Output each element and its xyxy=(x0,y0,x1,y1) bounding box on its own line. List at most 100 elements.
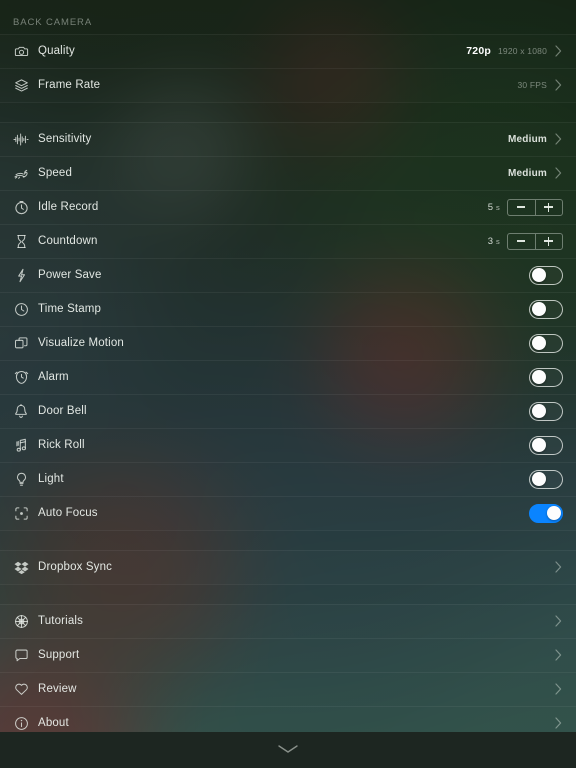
row-control-area xyxy=(554,648,563,662)
row-value-secondary: 30 FPS xyxy=(517,80,547,90)
row-control-area: 5 s xyxy=(488,198,563,216)
chevron-right-icon[interactable] xyxy=(554,716,563,730)
toggle-knob xyxy=(531,268,546,282)
duration-unit: s xyxy=(496,236,500,246)
row-label: Frame Rate xyxy=(38,79,101,91)
chevron-down-icon[interactable] xyxy=(277,741,299,759)
row-value-primary: 720p xyxy=(466,45,491,57)
bottom-bar[interactable] xyxy=(0,732,576,768)
row-control-area: 30 FPS xyxy=(517,78,563,92)
row-control-area xyxy=(529,265,563,285)
toggle-knob xyxy=(531,370,546,384)
focus-icon xyxy=(10,502,32,524)
settings-row-dropbox-sync[interactable]: Dropbox Sync xyxy=(0,550,576,584)
toggle-switch[interactable] xyxy=(529,367,563,387)
chevron-right-icon[interactable] xyxy=(554,44,563,58)
settings-row-quality[interactable]: Quality 720p 1920 x 1080 xyxy=(0,34,576,68)
toggle-knob xyxy=(531,336,546,350)
row-label: Speed xyxy=(38,167,73,179)
toggle-switch[interactable] xyxy=(529,401,563,421)
chevron-right-icon[interactable] xyxy=(554,166,563,180)
settings-row-rick-roll[interactable]: Rick Roll xyxy=(0,428,576,462)
row-control-area xyxy=(529,435,563,455)
timer-icon xyxy=(10,196,32,218)
settings-row-light[interactable]: Light xyxy=(0,462,576,496)
settings-row-support[interactable]: Support xyxy=(0,638,576,672)
chevron-right-icon[interactable] xyxy=(554,560,563,574)
value-stepper[interactable] xyxy=(507,198,563,216)
alarm-icon xyxy=(10,366,32,388)
stepper-decrement-button[interactable] xyxy=(508,199,536,215)
row-value-duration: 5 s xyxy=(488,202,500,213)
toggle-switch[interactable] xyxy=(529,265,563,285)
toggle-switch[interactable] xyxy=(529,333,563,353)
settings-row-power-save[interactable]: Power Save xyxy=(0,258,576,292)
bell-icon xyxy=(10,400,32,422)
chevron-right-icon[interactable] xyxy=(554,78,563,92)
layers-icon xyxy=(10,74,32,96)
settings-row-tutorials[interactable]: Tutorials xyxy=(0,604,576,638)
row-label: Quality xyxy=(38,45,75,57)
clock-icon xyxy=(10,298,32,320)
row-control-area xyxy=(529,469,563,489)
row-control-area xyxy=(554,682,563,696)
settings-row-visualize-motion[interactable]: Visualize Motion xyxy=(0,326,576,360)
toggle-switch[interactable] xyxy=(529,435,563,455)
globe-icon xyxy=(10,610,32,632)
chevron-right-icon[interactable] xyxy=(554,132,563,146)
toggle-switch[interactable] xyxy=(529,469,563,489)
row-label: Door Bell xyxy=(38,405,87,417)
row-label: Tutorials xyxy=(38,615,84,627)
row-control-area xyxy=(529,299,563,319)
settings-row-frame-rate[interactable]: Frame Rate 30 FPS xyxy=(0,68,576,102)
settings-row-countdown[interactable]: Countdown 3 s xyxy=(0,224,576,258)
toggle-switch[interactable] xyxy=(529,503,563,523)
chevron-right-icon[interactable] xyxy=(554,648,563,662)
chevron-right-icon[interactable] xyxy=(554,682,563,696)
stepper-increment-button[interactable] xyxy=(536,234,563,249)
waveform-icon xyxy=(10,128,32,150)
row-control-area xyxy=(529,367,563,387)
settings-row-review[interactable]: Review xyxy=(0,672,576,706)
row-control-area: 720p 1920 x 1080 xyxy=(466,44,563,58)
toggle-switch[interactable] xyxy=(529,299,563,319)
rabbit-icon xyxy=(10,162,32,184)
row-control-area: Medium xyxy=(508,166,563,180)
settings-row-door-bell[interactable]: Door Bell xyxy=(0,394,576,428)
heart-icon xyxy=(10,678,32,700)
row-label: Support xyxy=(38,649,80,661)
settings-row-time-stamp[interactable]: Time Stamp xyxy=(0,292,576,326)
lightbulb-icon xyxy=(10,468,32,490)
row-control-area xyxy=(529,401,563,421)
row-label: Review xyxy=(38,683,77,695)
settings-row-alarm[interactable]: Alarm xyxy=(0,360,576,394)
row-value-level: Medium xyxy=(508,133,547,145)
row-label: Sensitivity xyxy=(38,133,92,145)
row-label: Light xyxy=(38,473,64,485)
row-control-area xyxy=(529,333,563,353)
row-control-area xyxy=(554,560,563,574)
chat-icon xyxy=(10,644,32,666)
duration-unit: s xyxy=(496,202,500,212)
row-control-area: 3 s xyxy=(488,232,563,250)
bolt-icon xyxy=(10,264,32,286)
row-control-area xyxy=(529,503,563,523)
settings-row-idle-record[interactable]: Idle Record 5 s xyxy=(0,190,576,224)
stepper-decrement-button[interactable] xyxy=(508,233,536,249)
copy-icon xyxy=(10,332,32,354)
dropbox-icon xyxy=(10,556,32,578)
row-control-area xyxy=(554,614,563,628)
row-control-area: Medium xyxy=(508,132,563,146)
row-label: Time Stamp xyxy=(38,303,102,315)
settings-row-auto-focus[interactable]: Auto Focus xyxy=(0,496,576,530)
row-label: About xyxy=(38,717,69,729)
value-stepper[interactable] xyxy=(507,232,563,250)
stepper-increment-button[interactable] xyxy=(536,200,563,215)
settings-row-sensitivity[interactable]: Sensitivity Medium xyxy=(0,122,576,156)
group-spacer xyxy=(0,530,576,550)
row-control-area xyxy=(554,716,563,730)
chevron-right-icon[interactable] xyxy=(554,614,563,628)
settings-row-speed[interactable]: Speed Medium xyxy=(0,156,576,190)
row-label: Visualize Motion xyxy=(38,337,124,349)
camera-icon xyxy=(10,40,32,62)
